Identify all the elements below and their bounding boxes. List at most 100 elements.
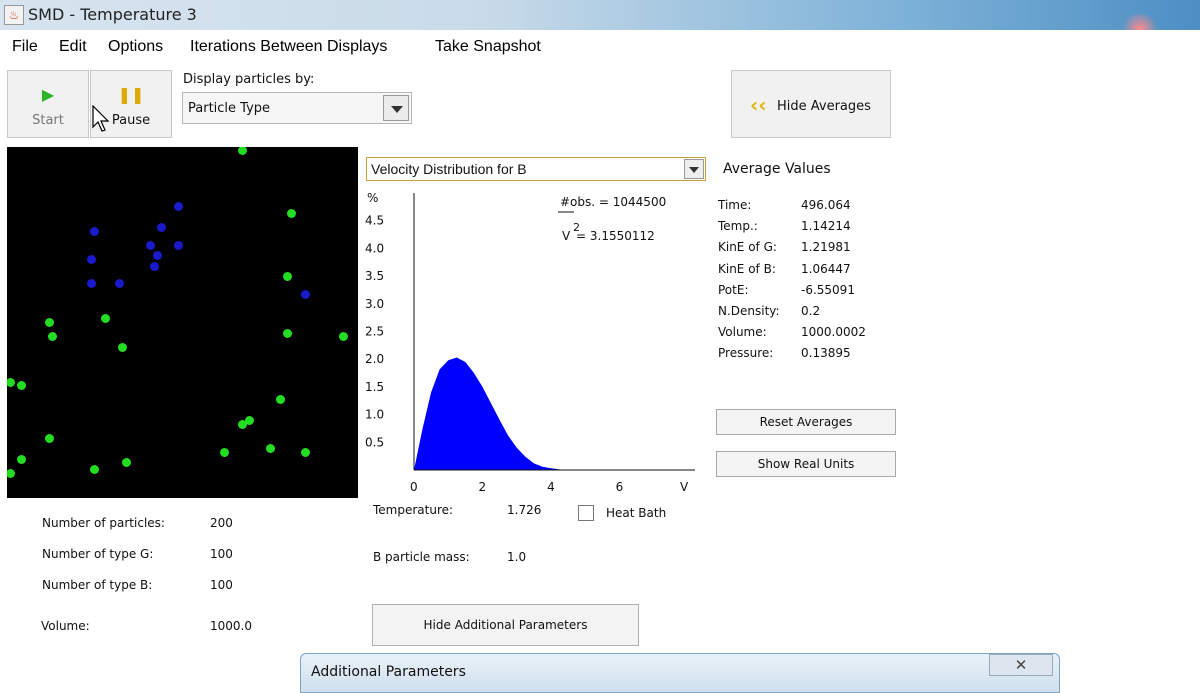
start-label: Start xyxy=(32,113,64,128)
particle-type-b xyxy=(300,289,310,299)
particle-type-g xyxy=(265,444,275,454)
b-particle-mass-value: 1.0 xyxy=(507,550,527,564)
x-tick-label: 0 xyxy=(410,480,418,494)
avg-value-volume: 1000.0002 xyxy=(801,325,866,339)
particle-type-b xyxy=(153,251,163,261)
num-type-b-value: 100 xyxy=(210,578,233,592)
particle-type-g xyxy=(90,465,100,475)
x-unit-label: V xyxy=(680,480,689,494)
x-tick-label: 2 xyxy=(479,480,487,494)
average-values-title: Average Values xyxy=(723,161,831,177)
particle-type-b xyxy=(90,226,100,236)
particle-type-g xyxy=(237,147,247,156)
volume-value: 1000.0 xyxy=(210,619,252,633)
menu-bar: File Edit Options Iterations Between Dis… xyxy=(0,30,1200,62)
avg-value-kine-b: 1.06447 xyxy=(801,262,851,276)
display-particles-value: Particle Type xyxy=(188,101,271,116)
particle-type-g xyxy=(48,332,58,342)
particle-type-g xyxy=(286,209,296,219)
num-particles-value: 200 xyxy=(210,516,233,530)
y-tick-label: 2.0 xyxy=(365,352,384,366)
menu-edit[interactable]: Edit xyxy=(59,38,87,56)
y-tick-label: 4.0 xyxy=(365,241,384,255)
volume-label: Volume: xyxy=(41,619,90,633)
particle-type-g xyxy=(220,447,230,457)
additional-parameters-dialog: Additional Parameters ✕ xyxy=(300,653,1060,693)
num-type-b-label: Number of type B: xyxy=(42,578,153,592)
avg-value-temp: 1.14214 xyxy=(801,219,851,233)
java-app-icon: ♨ xyxy=(4,5,24,25)
show-real-units-button[interactable]: Show Real Units xyxy=(716,451,896,477)
y-unit-label: % xyxy=(367,191,378,205)
particle-type-b xyxy=(86,279,96,289)
display-particles-by-label: Display particles by: xyxy=(183,72,315,87)
particle-type-b xyxy=(146,240,156,250)
mouse-cursor-icon xyxy=(92,105,110,132)
v2-symbol: V xyxy=(562,229,571,243)
y-tick-label: 3.5 xyxy=(365,269,384,283)
avg-label-temp: Temp.: xyxy=(718,219,758,233)
x-tick-label: 6 xyxy=(616,480,624,494)
avg-label-volume: Volume: xyxy=(718,325,767,339)
display-particles-select[interactable]: Particle Type xyxy=(182,92,412,124)
particle-type-b xyxy=(114,279,124,289)
particle-type-g xyxy=(283,328,293,338)
velocity-histogram-chart: % V #obs. = 1044500 V 2 = 3.1550112 0.5 1… xyxy=(365,191,695,494)
chevron-left-icon: ‹‹ xyxy=(750,93,767,117)
particle-type-g xyxy=(100,314,110,324)
particle-type-g xyxy=(118,342,128,352)
histogram-area xyxy=(414,357,569,470)
menu-options[interactable]: Options xyxy=(108,38,163,56)
particle-type-g xyxy=(300,447,310,457)
particle-type-g xyxy=(16,454,26,464)
num-particles-label: Number of particles: xyxy=(42,516,165,530)
heat-bath-checkbox[interactable] xyxy=(578,505,594,521)
particle-type-g xyxy=(7,377,16,387)
close-icon[interactable]: ✕ xyxy=(989,654,1053,676)
avg-value-kine-g: 1.21981 xyxy=(801,240,851,254)
y-tick-label: 3.0 xyxy=(365,297,384,311)
avg-label-pote: PotE: xyxy=(718,283,749,297)
play-icon: ▶ xyxy=(41,85,55,104)
particle-type-b xyxy=(86,254,96,264)
particle-type-g xyxy=(237,419,247,429)
particle-type-g xyxy=(7,468,16,478)
particle-type-b xyxy=(174,202,184,212)
menu-file[interactable]: File xyxy=(12,38,38,56)
avg-label-kine-g: KinE of G: xyxy=(718,240,777,254)
particle-type-g xyxy=(44,318,54,327)
y-tick-label: 4.5 xyxy=(365,214,384,228)
y-tick-label: 0.5 xyxy=(365,435,384,449)
hide-averages-button[interactable]: ‹‹ Hide Averages xyxy=(731,70,891,138)
y-tick-label: 2.5 xyxy=(365,325,384,339)
particle-type-g xyxy=(283,272,293,282)
avg-label-pressure: Pressure: xyxy=(718,346,774,360)
window-title: SMD - Temperature 3 xyxy=(28,5,197,24)
pause-icon: ❚❚ xyxy=(117,85,145,104)
obs-count-text: #obs. = 1044500 xyxy=(560,195,666,209)
reset-averages-button[interactable]: Reset Averages xyxy=(716,409,896,435)
menu-iterations-between-displays[interactable]: Iterations Between Displays xyxy=(190,38,387,56)
distribution-select-value: Velocity Distribution for B xyxy=(371,161,527,177)
particle-type-g xyxy=(16,381,26,391)
b-particle-mass-label: B particle mass: xyxy=(373,550,470,564)
avg-value-pote: -6.55091 xyxy=(801,283,855,297)
dialog-title: Additional Parameters xyxy=(311,664,466,680)
menu-take-snapshot[interactable]: Take Snapshot xyxy=(435,38,541,56)
start-button[interactable]: ▶ Start xyxy=(7,70,89,138)
chevron-down-icon[interactable] xyxy=(684,159,704,179)
x-tick-label: 4 xyxy=(547,480,555,494)
heat-bath-label: Heat Bath xyxy=(606,506,667,520)
temperature-label: Temperature: xyxy=(373,503,454,517)
num-type-g-value: 100 xyxy=(210,547,233,561)
avg-value-ndensity: 0.2 xyxy=(801,304,821,318)
hide-averages-label: Hide Averages xyxy=(777,99,871,114)
v2-mean-value: = 3.1550112 xyxy=(576,229,655,243)
num-type-g-label: Number of type G: xyxy=(42,547,154,561)
hide-additional-parameters-button[interactable]: Hide Additional Parameters xyxy=(372,604,639,646)
avg-label-kine-b: KinE of B: xyxy=(718,262,776,276)
chevron-down-icon[interactable] xyxy=(383,95,409,121)
distribution-select[interactable]: Velocity Distribution for B xyxy=(366,157,706,181)
particle-type-g xyxy=(121,458,131,468)
particle-type-b xyxy=(174,240,184,250)
